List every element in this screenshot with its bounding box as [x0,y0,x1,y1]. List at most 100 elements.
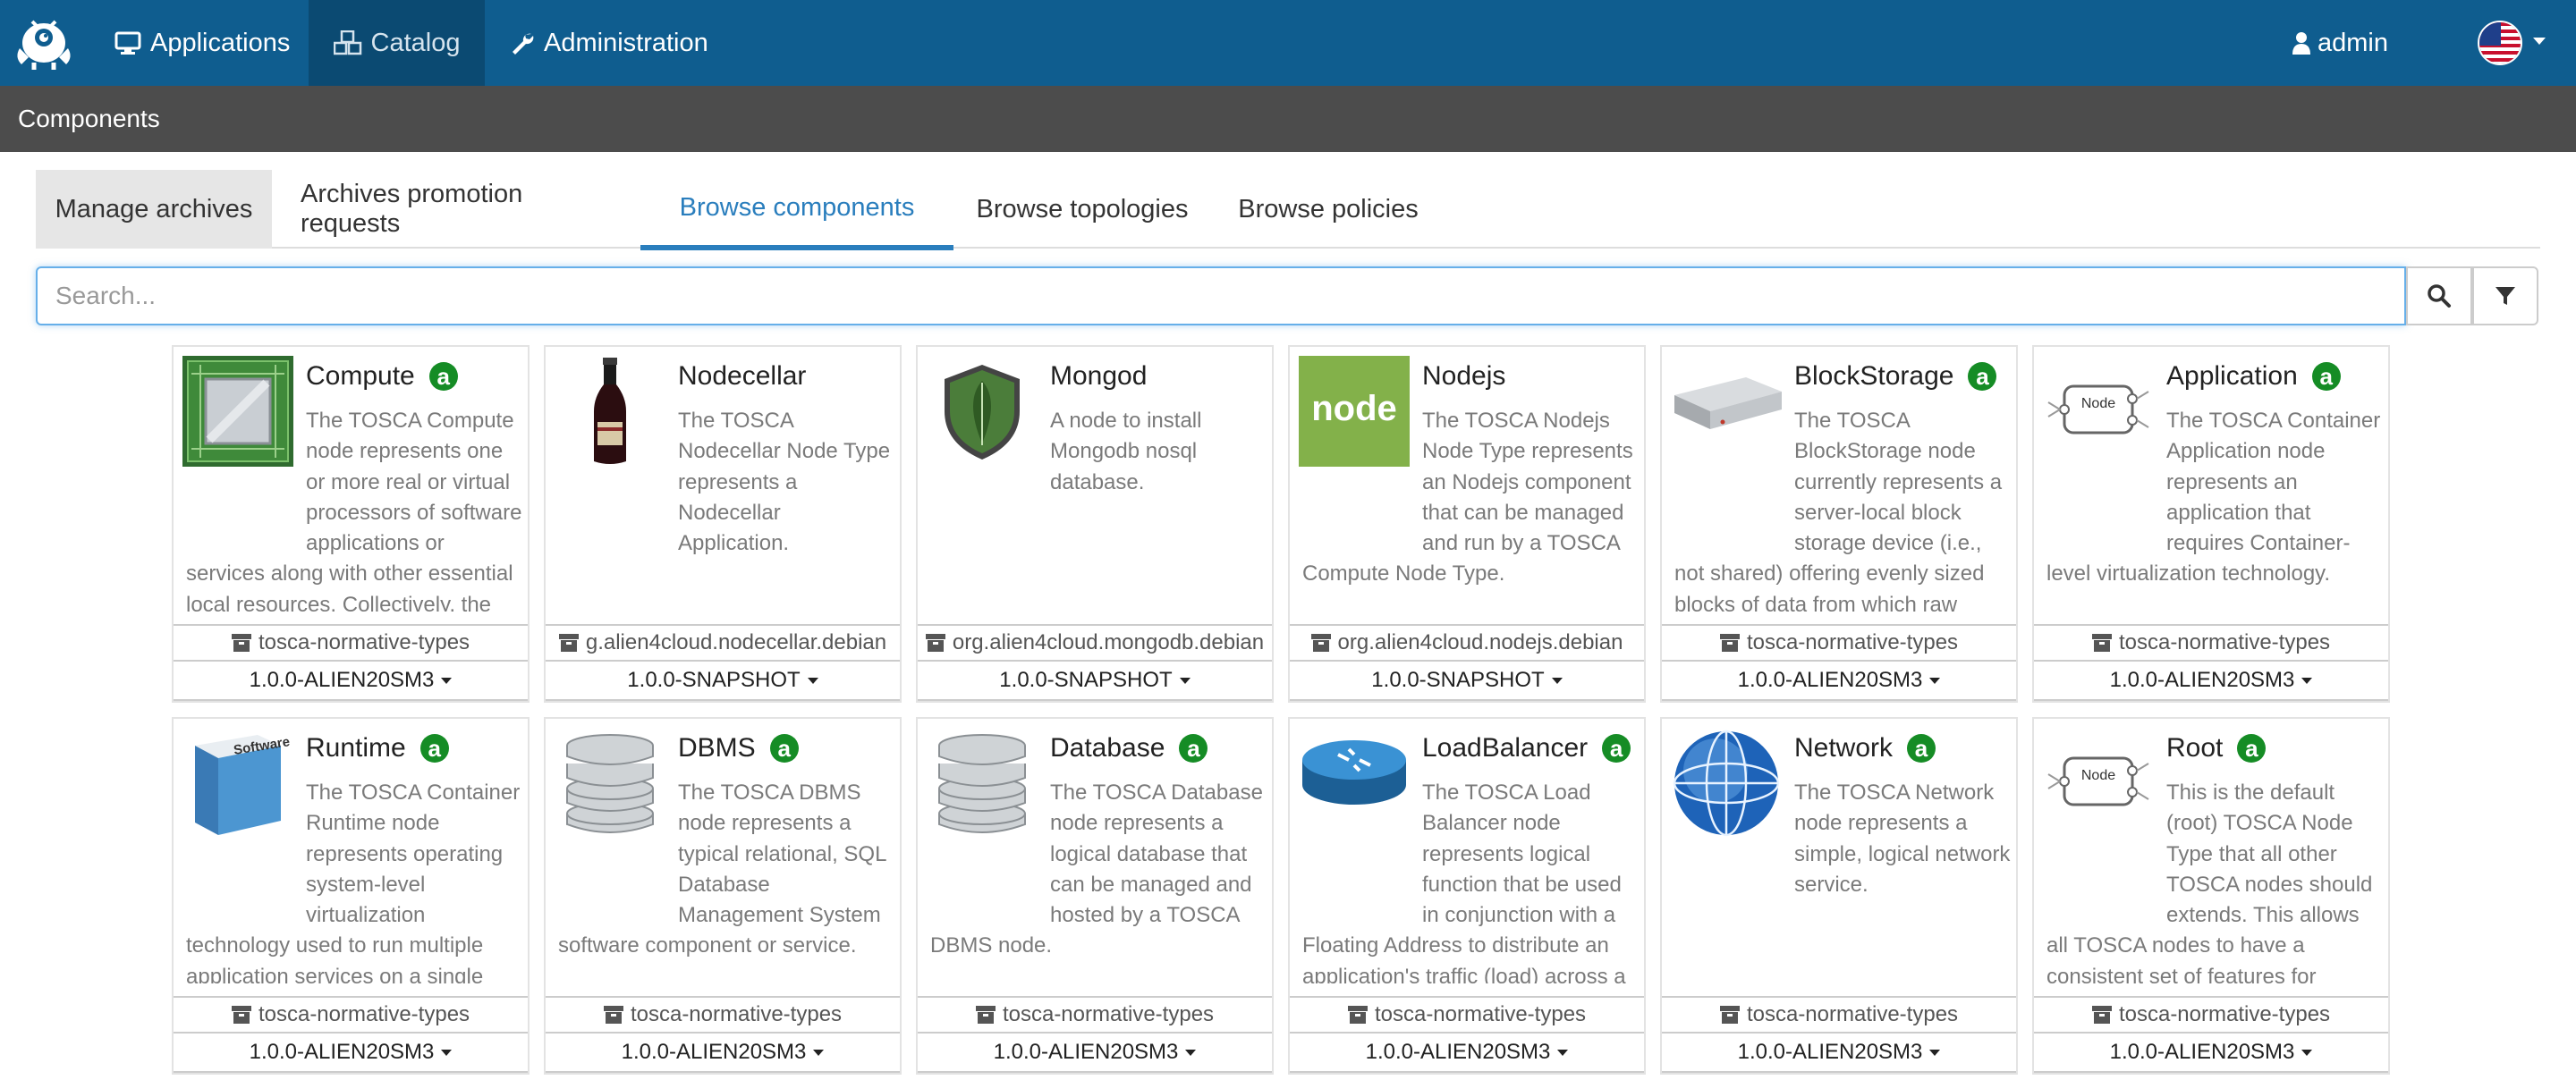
component-name[interactable]: LoadBalancer [1422,733,1588,764]
component-name-row[interactable]: DBMS a [678,733,799,764]
component-name-row[interactable]: Nodecellar [678,361,806,392]
alien-badge-icon: a [1179,734,1208,763]
alien-logo-icon[interactable] [13,13,75,72]
version-select[interactable]: 1.0.0-SNAPSHOT [1290,662,1644,701]
chevron-down-icon [1185,1049,1197,1056]
component-name[interactable]: Network [1794,733,1893,764]
tab-browse-policies[interactable]: Browse policies [1225,170,1431,249]
component-card-dbms[interactable]: DBMS a The TOSCA DBMS node represents a … [544,717,902,1075]
filter-button[interactable] [2472,266,2538,325]
component-name-row[interactable]: Compute a [306,361,458,392]
version-select[interactable]: 1.0.0-ALIEN20SM3 [2034,662,2388,701]
nav-administration[interactable]: Administration [510,0,708,86]
component-name[interactable]: BlockStorage [1794,361,1953,392]
version-label: 1.0.0-ALIEN20SM3 [1365,1040,1551,1064]
component-name[interactable]: Runtime [306,733,406,764]
version-select[interactable]: 1.0.0-ALIEN20SM3 [1662,662,2016,701]
component-card-blockstorage[interactable]: BlockStorage a The TOSCA BlockStorage no… [1660,345,2018,703]
component-archive: org.alien4cloud.nodejs.debian [1290,624,1644,662]
component-name[interactable]: Database [1050,733,1165,764]
user-menu[interactable]: admin [2292,0,2388,86]
chevron-down-icon [2301,1049,2313,1056]
component-archive-name: org.alien4cloud.mongodb.debian [952,630,1265,654]
component-card-root[interactable]: Node Root a This is the default (root) T… [2032,717,2390,1075]
component-card-loadbalancer[interactable]: LoadBalancer a The TOSCA Load Balancer n… [1288,717,1646,1075]
component-name-row[interactable]: BlockStorage a [1794,361,1997,392]
alien-badge-icon: a [428,362,458,391]
component-archive-name: tosca-normative-types [258,1002,470,1026]
component-archive-name: tosca-normative-types [1746,630,1959,654]
component-archive: tosca-normative-types [174,996,528,1034]
component-card-compute[interactable]: Compute a The TOSCA Compute node represe… [172,345,530,703]
component-name[interactable]: Nodejs [1422,361,1505,392]
version-select[interactable]: 1.0.0-ALIEN20SM3 [546,1034,900,1073]
version-select[interactable]: 1.0.0-ALIEN20SM3 [2034,1034,2388,1073]
component-name[interactable]: DBMS [678,733,756,764]
component-archive-name: g.alien4cloud.nodecellar.debian [585,630,887,654]
component-name-row[interactable]: Root a [2166,733,2267,764]
alien-badge-icon: a [1968,362,1997,391]
archive-icon [925,634,945,652]
search-icon [2428,284,2451,308]
nav-applications-label: Applications [150,28,291,57]
component-name[interactable]: Application [2166,361,2298,392]
component-name-row[interactable]: Mongod [1050,361,1147,392]
component-name[interactable]: Compute [306,361,415,392]
user-name: admin [2318,28,2388,57]
component-card-mongod[interactable]: Mongod A node to install Mongodb nosql d… [916,345,1274,703]
us-flag-icon [2479,22,2521,63]
version-select[interactable]: 1.0.0-ALIEN20SM3 [174,1034,528,1073]
component-name-row[interactable]: Application a [2166,361,2341,392]
version-select[interactable]: 1.0.0-ALIEN20SM3 [1662,1034,2016,1073]
component-archive: tosca-normative-types [918,996,1272,1034]
search-button[interactable] [2406,266,2472,325]
alien-badge-icon: a [2237,734,2267,763]
language-caret-icon[interactable] [2533,38,2546,45]
tab-browse-components[interactable]: Browse components [640,170,953,250]
component-description: This is the default (root) TOSCA Node Ty… [2046,780,2373,983]
component-name[interactable]: Mongod [1050,361,1147,392]
component-name-row[interactable]: LoadBalancer a [1422,733,1631,764]
component-card-nodecellar[interactable]: Nodecellar The TOSCA Nodecellar Node Typ… [544,345,902,703]
component-description: The TOSCA Nodecellar Node Type represent… [678,409,891,556]
top-navbar: Applications Catalog Administration admi… [0,0,2576,86]
component-name[interactable]: Nodecellar [678,361,806,392]
page-subheader: Components [0,86,2576,152]
version-select[interactable]: 1.0.0-ALIEN20SM3 [174,662,528,701]
version-select[interactable]: 1.0.0-ALIEN20SM3 [918,1034,1272,1073]
version-label: 1.0.0-ALIEN20SM3 [993,1040,1179,1064]
version-select[interactable]: 1.0.0-SNAPSHOT [918,662,1272,701]
component-description: The TOSCA DBMS node represents a typical… [558,780,886,958]
version-select[interactable]: 1.0.0-SNAPSHOT [546,662,900,701]
component-card-runtime[interactable]: Software Runtime a The TOSCA Container R… [172,717,530,1075]
chevron-down-icon [1929,1049,1941,1056]
component-description: The TOSCA Container Application node rep… [2046,409,2381,586]
chevron-down-icon [1551,677,1563,684]
tab-browse-topologies[interactable]: Browse topologies [948,170,1216,249]
component-description: The TOSCA Container Runtime node represe… [186,780,521,983]
component-card-network[interactable]: Network a The TOSCA Network node represe… [1660,717,2018,1075]
version-select[interactable]: 1.0.0-ALIEN20SM3 [1290,1034,1644,1073]
alien-badge-icon: a [2311,362,2341,391]
chevron-down-icon [441,677,453,684]
component-card-database[interactable]: Database a The TOSCA Database node repre… [916,717,1274,1075]
component-card-application[interactable]: Node Application a The TOSCA Container A… [2032,345,2390,703]
nav-catalog[interactable]: Catalog [309,0,485,86]
component-archive: tosca-normative-types [546,996,900,1034]
nav-applications[interactable]: Applications [114,0,290,86]
cubes-icon [333,30,361,55]
tab-archives-promotion-requests[interactable]: Archives promotion requests [301,170,560,249]
component-name-row[interactable]: Database a [1050,733,1208,764]
chevron-down-icon [1557,1049,1569,1056]
language-flag-icon[interactable] [2478,21,2522,65]
version-label: 1.0.0-SNAPSHOT [999,668,1173,692]
component-archive: org.alien4cloud.mongodb.debian [918,624,1272,662]
search-input[interactable] [36,266,2406,325]
tab-manage-archives[interactable]: Manage archives [36,170,272,249]
component-name[interactable]: Root [2166,733,2223,764]
version-label: 1.0.0-ALIEN20SM3 [249,1040,435,1064]
component-card-nodejs[interactable]: node Nodejs The TOSCA Nodejs Node Type r… [1288,345,1646,703]
component-name-row[interactable]: Runtime a [306,733,449,764]
component-name-row[interactable]: Nodejs [1422,361,1505,392]
component-name-row[interactable]: Network a [1794,733,1936,764]
